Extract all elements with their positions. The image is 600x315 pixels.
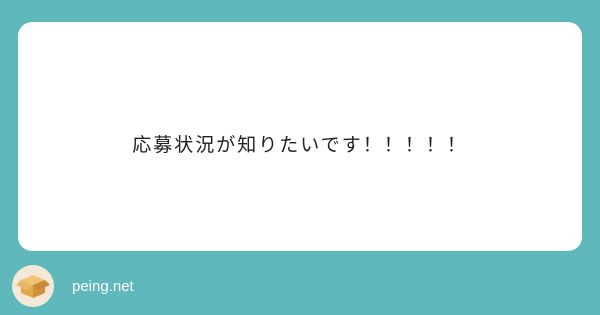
brand-name: peing.net bbox=[72, 277, 134, 295]
question-text: 応募状況が知りたいです！！！！！ bbox=[132, 134, 468, 156]
cardboard-box-icon bbox=[12, 265, 54, 307]
question-card: 応募状況が知りたいです！！！！！ bbox=[18, 22, 582, 251]
footer: peing.net bbox=[12, 264, 134, 308]
